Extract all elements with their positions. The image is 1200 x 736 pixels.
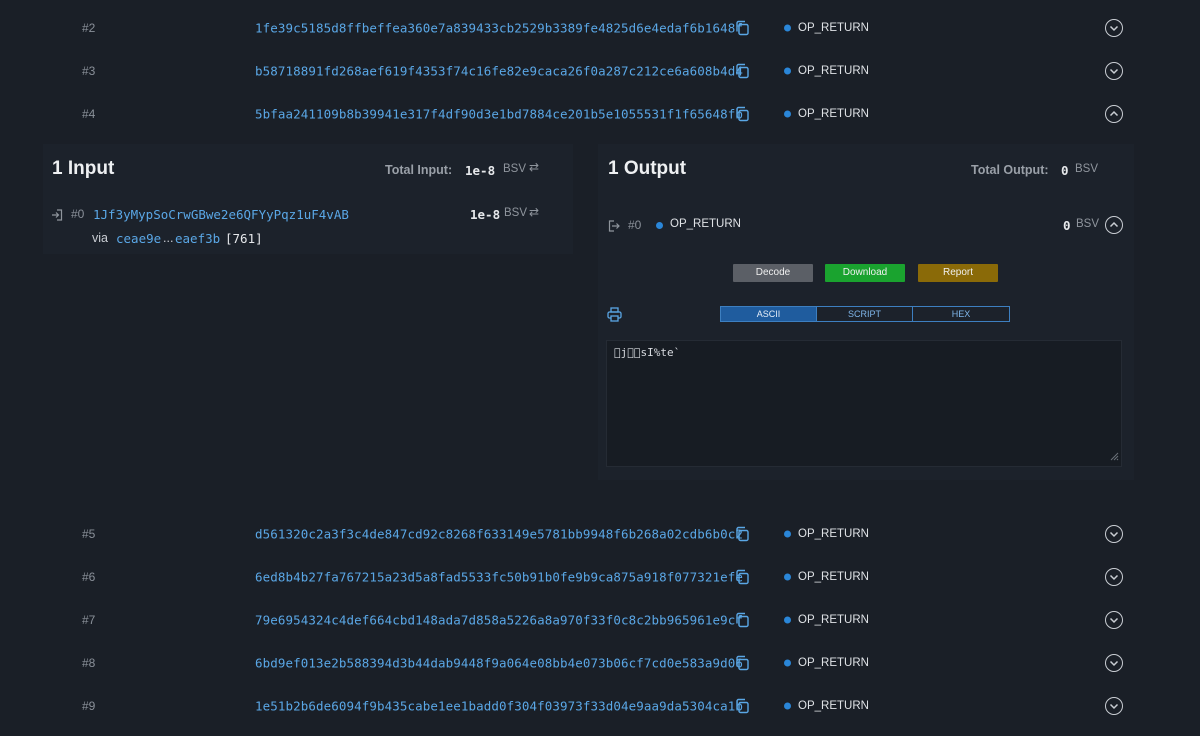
output-type-dot [784, 659, 791, 666]
inputs-title: 1 Input [52, 158, 115, 179]
output-type: OP_RETURN [798, 21, 869, 34]
tx-row: #6 6ed8b4b27fa767215a23d5a8fad5533fc50b9… [43, 555, 1135, 598]
outputs-title: 1 Output [608, 158, 687, 179]
chevron-up-icon[interactable] [1105, 216, 1123, 234]
output-data-text:  j  sI%te` [614, 346, 681, 359]
total-input-unit: BSV [503, 163, 527, 175]
chevron-up-icon[interactable] [1105, 104, 1123, 123]
tx-row: #2 1fe39c5185d8ffbeffea360e7a839433cb252… [43, 6, 1135, 49]
output-arrow-icon [608, 219, 620, 237]
tx-hash-link[interactable]: 1e51b2b6de6094f9b435cabe1ee1badd0f304f03… [255, 698, 743, 713]
output-value: 0 [1063, 218, 1071, 233]
total-output-value: 0 [1061, 163, 1069, 178]
chevron-down-icon[interactable] [1105, 61, 1123, 80]
via-tx-start[interactable]: ceae9e [116, 231, 161, 246]
copy-icon[interactable] [735, 569, 749, 584]
chevron-down-icon[interactable] [1105, 18, 1123, 37]
row-index: #2 [82, 20, 96, 35]
tx-hash-link[interactable]: 6ed8b4b27fa767215a23d5a8fad5533fc50b91b0… [255, 569, 743, 584]
tx-row: #9 1e51b2b6de6094f9b435cabe1ee1badd0f304… [43, 684, 1135, 727]
output-type: OP_RETURN [798, 107, 869, 120]
download-button[interactable]: Download [825, 264, 905, 282]
copy-icon[interactable] [735, 655, 749, 670]
tx-hash-link[interactable]: 1fe39c5185d8ffbeffea360e7a839433cb2529b3… [255, 20, 743, 35]
printer-icon[interactable] [607, 307, 622, 327]
tx-row: #3 b58718891fd268aef619f4353f74c16fe82e9… [43, 49, 1135, 92]
tx-row: #8 6bd9ef013e2b588394d3b44dab9448f9a064e… [43, 641, 1135, 684]
output-type-dot [784, 110, 791, 117]
tx-hash-link[interactable]: 79e6954324c4def664cbd148ada7d858a5226a8a… [255, 612, 743, 627]
input-arrow-icon [51, 208, 63, 226]
chevron-down-icon[interactable] [1105, 696, 1123, 715]
output-type-dot [784, 24, 791, 31]
tx-row: #7 79e6954324c4def664cbd148ada7d858a5226… [43, 598, 1135, 641]
total-output-label: Total Output: [971, 163, 1049, 177]
row-index: #3 [82, 63, 96, 78]
chevron-down-icon[interactable] [1105, 524, 1123, 543]
row-index: #7 [82, 612, 96, 627]
swap-icon[interactable]: ⇄ [529, 160, 539, 174]
output-type: OP_RETURN [798, 527, 869, 540]
via-index: [761] [225, 231, 263, 246]
input-value: 1e-8 [470, 207, 501, 222]
tab-ascii[interactable]: ASCII [720, 306, 817, 322]
row-index: #4 [82, 106, 96, 121]
tx-hash-link[interactable]: 6bd9ef013e2b588394d3b44dab9448f9a064e08b… [255, 655, 743, 670]
swap-icon[interactable]: ⇄ [529, 205, 539, 219]
output-unit: BSV [1076, 218, 1100, 230]
chevron-down-icon[interactable] [1105, 567, 1123, 586]
row-index: #6 [82, 569, 96, 584]
inputs-panel: 1 Input Total Input: 1e-8 BSV ⇄ #0 1Jf3y… [43, 144, 573, 254]
input-unit: BSV [504, 207, 528, 219]
output-type: OP_RETURN [798, 699, 869, 712]
copy-icon[interactable] [735, 698, 749, 713]
output-type-dot [784, 67, 791, 74]
output-index: #0 [628, 218, 642, 232]
tx-row: #4 5bfaa241109b8b39941e317f4df90d3e1bd78… [43, 92, 1135, 135]
row-index: #5 [82, 526, 96, 541]
tx-hash-link[interactable]: d561320c2a3f3c4de847cd92c8268f633149e578… [255, 526, 743, 541]
row-index: #9 [82, 698, 96, 713]
tab-hex[interactable]: HEX [912, 306, 1010, 322]
copy-icon[interactable] [735, 106, 749, 121]
output-type: OP_RETURN [670, 218, 741, 230]
input-index: #0 [71, 207, 85, 221]
row-index: #8 [82, 655, 96, 670]
decode-button[interactable]: Decode [733, 264, 813, 282]
copy-icon[interactable] [735, 612, 749, 627]
total-output-unit: BSV [1075, 163, 1099, 175]
copy-icon[interactable] [735, 63, 749, 78]
tx-row: #5 d561320c2a3f3c4de847cd92c8268f633149e… [43, 512, 1135, 555]
copy-icon[interactable] [735, 20, 749, 35]
via-label: via [92, 231, 108, 245]
total-input-value: 1e-8 [465, 163, 496, 178]
input-address-link[interactable]: 1Jf3yMypSoCrwGBwe2e6QFYyPqz1uF4vAB [93, 207, 349, 222]
output-type: OP_RETURN [798, 570, 869, 583]
output-type: OP_RETURN [798, 656, 869, 669]
chevron-down-icon[interactable] [1105, 610, 1123, 629]
total-input-label: Total Input: [385, 163, 453, 177]
output-type: OP_RETURN [798, 64, 869, 77]
output-type-dot [784, 530, 791, 537]
via-ellipsis: ... [163, 231, 174, 245]
output-type-dot [784, 616, 791, 623]
output-type-dot [784, 702, 791, 709]
resize-handle-icon[interactable] [1109, 451, 1119, 464]
tab-script[interactable]: SCRIPT [816, 306, 913, 322]
output-type-dot [784, 573, 791, 580]
output-type-dot [656, 222, 663, 229]
copy-icon[interactable] [735, 526, 749, 541]
via-tx-end[interactable]: eaef3b [175, 231, 220, 246]
tx-hash-link[interactable]: b58718891fd268aef619f4353f74c16fe82e9cac… [255, 63, 743, 78]
report-button[interactable]: Report [918, 264, 998, 282]
tx-hash-link[interactable]: 5bfaa241109b8b39941e317f4df90d3e1bd7884c… [255, 106, 743, 121]
output-data-textarea[interactable]:  j  sI%te` [606, 340, 1122, 467]
output-type: OP_RETURN [798, 613, 869, 626]
chevron-down-icon[interactable] [1105, 653, 1123, 672]
